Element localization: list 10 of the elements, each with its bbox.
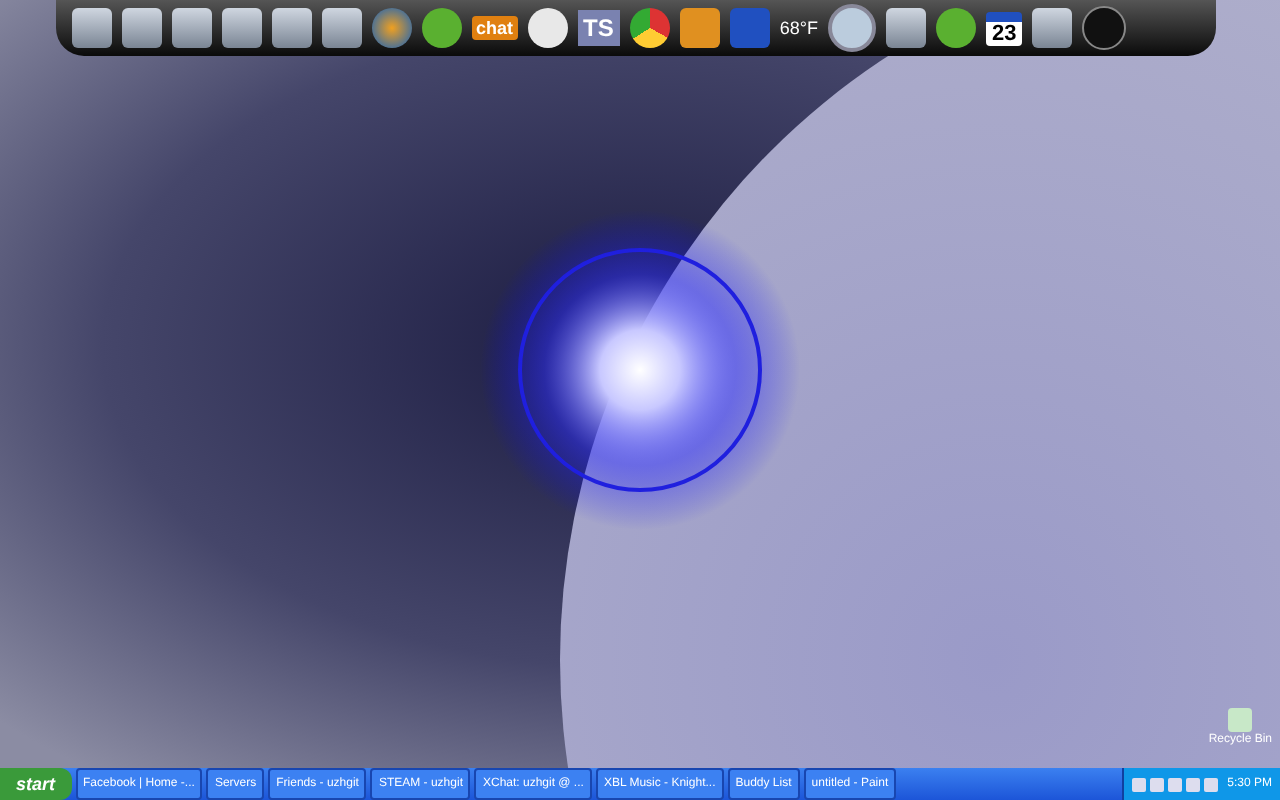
ts-logo[interactable]: TS <box>577 10 620 46</box>
weather-temperature[interactable]: 68°F <box>779 18 818 38</box>
app-icon[interactable] <box>679 8 720 48</box>
app-icon[interactable] <box>885 8 926 48</box>
chat-logo[interactable]: chat <box>472 16 518 40</box>
app-icon[interactable] <box>1032 8 1073 48</box>
calendar-icon[interactable]: 23 <box>985 11 1023 45</box>
recycle-bin-icon[interactable] <box>1228 708 1253 732</box>
browser-icon[interactable] <box>629 8 670 48</box>
start-button[interactable]: start <box>0 768 72 800</box>
